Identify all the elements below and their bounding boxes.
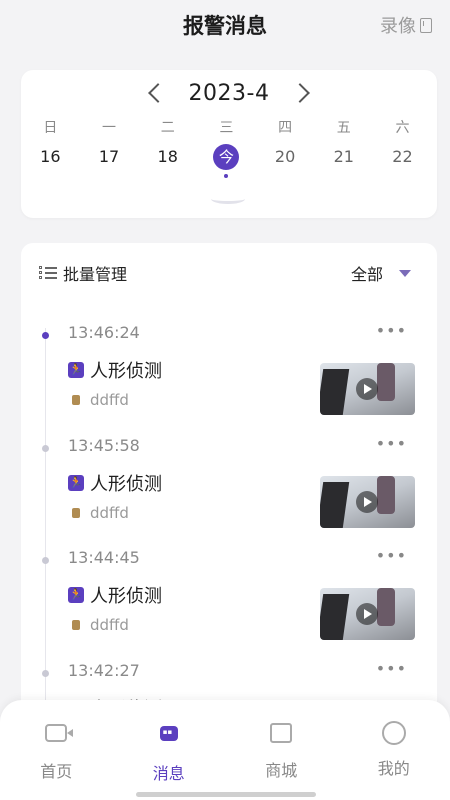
calendar-card: 2023-4 日 16 一 17 二 18 三 今 四 20 五 21 六 22 [21, 70, 437, 218]
record-button[interactable]: 录像 [380, 12, 432, 38]
profile-icon [381, 721, 406, 745]
weekday-label: 日 [43, 120, 58, 136]
alarm-type: 🏃 人形侦测 [68, 582, 162, 608]
alarm-time: 13:45:58 [68, 436, 140, 455]
nav-item-messages[interactable]: 消息 [113, 700, 226, 800]
batch-manage-button[interactable]: 批量管理 [39, 261, 127, 285]
nav-label: 商城 [265, 761, 298, 780]
timeline-dot [42, 445, 49, 452]
day-number: 16 [40, 147, 61, 166]
device-row: ddffd [72, 391, 129, 409]
day-number: 17 [98, 147, 120, 166]
camera-icon [45, 724, 74, 742]
alarm-time: 13:42:27 [68, 661, 140, 680]
top-bar: 报警消息 录像 [0, 0, 450, 50]
alarm-type-label: 人形侦测 [90, 474, 162, 495]
person-detection-icon: 🏃 [68, 587, 84, 603]
nav-item-profile[interactable]: 我的 [338, 700, 450, 800]
device-name: ddffd [90, 616, 129, 634]
person-detection-icon: 🏃 [68, 475, 84, 491]
video-thumbnail[interactable] [320, 588, 415, 640]
calendar-day[interactable]: 五 21 [314, 118, 373, 178]
device-icon [72, 395, 80, 405]
device-icon [72, 508, 80, 518]
next-month-icon[interactable] [290, 83, 311, 103]
day-number: 20 [274, 147, 296, 166]
device-name: ddffd [90, 391, 129, 409]
weekday-label: 三 [219, 120, 234, 136]
more-options-icon[interactable]: ••• [376, 321, 407, 340]
alarm-item[interactable]: 13:44:45 ••• 🏃 人形侦测 ddffd [21, 546, 437, 664]
weekday-label: 五 [336, 120, 351, 136]
checklist-icon [39, 266, 57, 280]
bottom-nav: 首页 消息 商城 我的 [0, 700, 450, 800]
device-row: ddffd [72, 616, 129, 634]
device-icon [72, 620, 80, 630]
batch-manage-label: 批量管理 [63, 265, 128, 284]
device-name: ddffd [90, 504, 129, 522]
shop-icon [270, 723, 293, 743]
day-number: 18 [157, 147, 178, 166]
record-label: 录像 [380, 16, 416, 37]
more-options-icon[interactable]: ••• [376, 659, 407, 678]
nav-item-shop[interactable]: 商城 [225, 700, 338, 800]
filter-label: 全部 [350, 265, 383, 284]
timeline-dot [42, 670, 49, 677]
weekday-label: 六 [395, 120, 410, 136]
video-thumbnail[interactable] [320, 363, 415, 415]
timeline-dot [42, 557, 49, 564]
prev-month-icon[interactable] [147, 83, 168, 103]
expand-handle-icon[interactable] [211, 194, 245, 204]
calendar-day[interactable]: 二 18 [138, 118, 197, 178]
home-indicator [136, 792, 316, 797]
calendar-day-today[interactable]: 三 今 [197, 118, 256, 178]
month-label: 2023-4 [188, 80, 270, 106]
nav-label: 首页 [40, 762, 73, 781]
more-options-icon[interactable]: ••• [376, 546, 407, 565]
timeline-dot [42, 332, 49, 339]
alarm-type: 🏃 人形侦测 [68, 357, 162, 383]
weekday-label: 二 [160, 120, 175, 136]
day-number: 21 [333, 147, 354, 166]
weekday-label: 一 [102, 120, 117, 136]
calendar-day[interactable]: 四 20 [256, 118, 315, 178]
play-icon[interactable] [356, 491, 378, 513]
play-icon[interactable] [356, 378, 378, 400]
message-icon [159, 726, 178, 741]
calendar-day[interactable]: 六 22 [373, 118, 432, 178]
today-marker: 今 [213, 144, 240, 170]
device-row: ddffd [72, 504, 129, 522]
video-thumbnail[interactable] [320, 476, 415, 528]
play-icon[interactable] [356, 603, 378, 625]
alarm-type: 🏃 人形侦测 [68, 470, 162, 496]
filter-dropdown[interactable]: 全部 [351, 261, 411, 285]
day-number: 22 [392, 147, 413, 166]
calendar-day[interactable]: 一 17 [80, 118, 139, 178]
alarm-type-label: 人形侦测 [90, 361, 162, 382]
today-dot [224, 174, 229, 178]
nav-item-home[interactable]: 首页 [0, 700, 113, 800]
alarm-item[interactable]: 13:45:58 ••• 🏃 人形侦测 ddffd [21, 434, 437, 552]
caret-down-icon [399, 269, 411, 277]
month-selector: 2023-4 [21, 78, 437, 108]
person-detection-icon: 🏃 [68, 362, 84, 378]
alarm-time: 13:44:45 [68, 548, 140, 567]
list-toolbar: 批量管理 全部 [21, 261, 437, 287]
alarm-type-label: 人形侦测 [90, 586, 162, 607]
alarm-list-card: 批量管理 全部 13:46:24 ••• 🏃 人形侦测 ddffd 13:45:… [21, 243, 437, 763]
alarm-item[interactable]: 13:46:24 ••• 🏃 人形侦测 ddffd [21, 321, 437, 439]
sd-card-icon [420, 17, 432, 33]
more-options-icon[interactable]: ••• [376, 434, 407, 453]
alarm-time: 13:46:24 [68, 323, 140, 342]
weekday-label: 四 [278, 120, 293, 136]
nav-label: 消息 [152, 764, 185, 783]
calendar-day[interactable]: 日 16 [21, 118, 80, 178]
nav-label: 我的 [377, 759, 410, 778]
week-strip: 日 16 一 17 二 18 三 今 四 20 五 21 六 22 [21, 118, 437, 178]
